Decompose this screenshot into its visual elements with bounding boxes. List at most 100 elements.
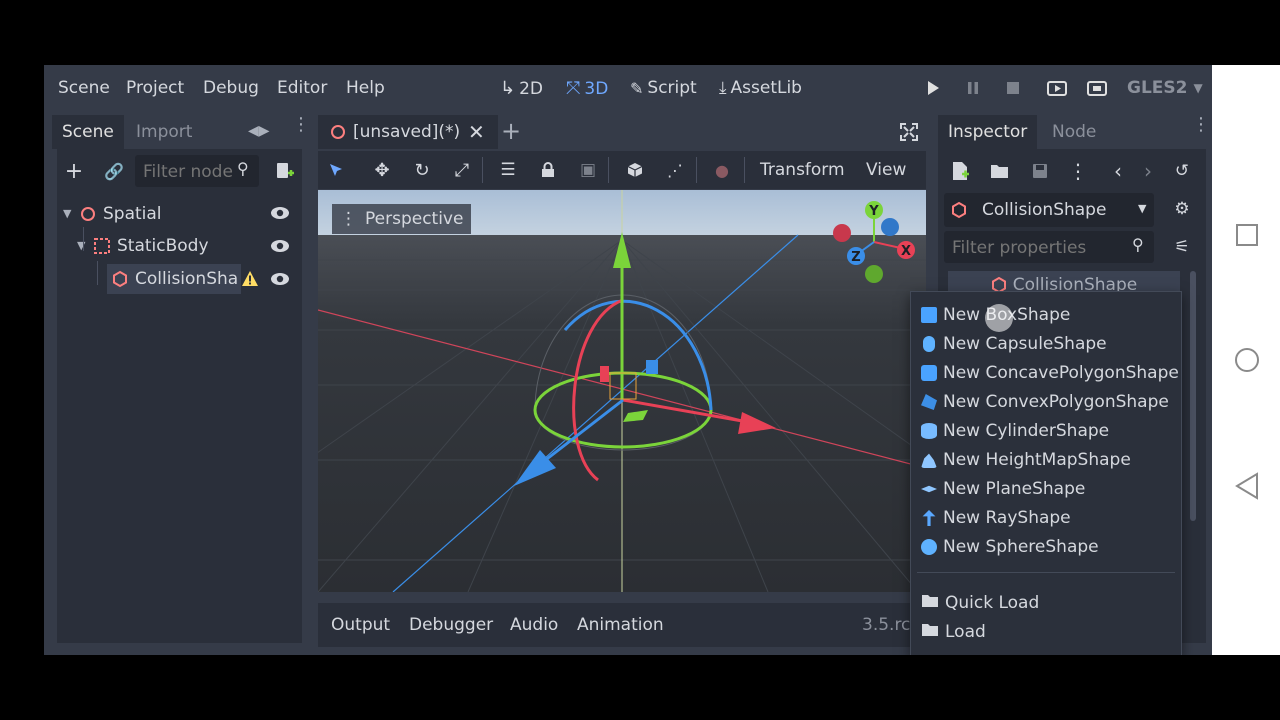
camera-preview-icon[interactable]: ● (710, 158, 734, 182)
object-selector[interactable]: CollisionShape ▼ (944, 193, 1154, 227)
menu-project[interactable]: Project (126, 78, 184, 98)
scene-tab[interactable]: [unsaved](*) ✕ (318, 115, 498, 149)
save-icon[interactable] (1028, 159, 1052, 183)
menu-help[interactable]: Help (346, 78, 385, 98)
link-icon[interactable]: 🔗 (102, 159, 126, 183)
bottom-tab-audio[interactable]: Audio (510, 615, 558, 635)
close-icon[interactable]: ✕ (468, 120, 485, 144)
menu-debug[interactable]: Debug (203, 78, 259, 98)
scale-tool-icon[interactable]: ⤢ (450, 158, 474, 182)
play-icon[interactable] (921, 76, 945, 100)
tree-row-spatial[interactable]: ▼ Spatial (63, 199, 299, 229)
mode-2d-button[interactable]: ↳ 2D (500, 78, 543, 99)
view-menu[interactable]: View (866, 160, 906, 180)
scene-tab-title: [unsaved](*) (353, 122, 461, 142)
recents-icon[interactable] (1235, 223, 1259, 251)
home-icon[interactable] (1234, 347, 1260, 377)
visibility-eye-icon[interactable] (270, 271, 290, 291)
distraction-free-icon[interactable] (900, 123, 918, 145)
property-options-icon[interactable]: ⚟ (1170, 235, 1194, 259)
history-forward-icon[interactable]: › (1136, 159, 1160, 183)
menu-item-new-planeshape[interactable]: New PlaneShape (921, 475, 1085, 503)
more-vertical-icon: ⋮ (340, 209, 357, 229)
group-icon[interactable]: ▣ (576, 158, 600, 182)
planeshape-icon (921, 485, 937, 493)
dock-menu-icon[interactable]: ⋮ (1192, 116, 1210, 134)
tab-node[interactable]: Node (1042, 115, 1106, 149)
menu-item-new-concavepolygonshape[interactable]: New ConcavePolygonShape (921, 359, 1179, 387)
node-label: CollisionSha (135, 269, 239, 289)
collapse-arrow-icon: ▼ (77, 239, 86, 252)
tab-inspector[interactable]: Inspector (938, 115, 1038, 149)
separator (696, 157, 697, 183)
rotate-tool-icon[interactable]: ↻ (410, 158, 434, 182)
snap-icon[interactable]: ⋰ (663, 158, 687, 182)
bottom-tab-output[interactable]: Output (331, 615, 390, 635)
orientation-gizmo[interactable]: Y X Z (828, 198, 923, 288)
boxshape-icon (921, 307, 937, 323)
folder-open-icon[interactable] (988, 159, 1012, 183)
assetlib-label: AssetLib (730, 78, 802, 98)
new-resource-icon[interactable] (948, 159, 972, 183)
local-space-icon[interactable] (623, 158, 647, 182)
bottom-tab-debugger[interactable]: Debugger (409, 615, 493, 635)
menu-scene[interactable]: Scene (58, 78, 110, 98)
property-filter-field[interactable]: ⚲ (944, 231, 1154, 263)
assetlib-button[interactable]: ⤓ AssetLib (719, 78, 802, 98)
search-icon: ⚲ (1132, 235, 1144, 254)
script-button[interactable]: ✎ Script (630, 78, 697, 98)
bottom-tab-animation[interactable]: Animation (577, 615, 664, 635)
property-filter-input[interactable] (950, 235, 1130, 261)
history-icon[interactable]: ↺ (1170, 159, 1194, 183)
object-properties-icon[interactable]: ⚙ (1170, 197, 1194, 221)
dock-menu-icon[interactable]: ⋮ (292, 116, 310, 134)
scene-filter-field[interactable]: ⚲ (135, 155, 259, 187)
menu-item-load[interactable]: Load (921, 618, 986, 646)
visibility-eye-icon[interactable] (270, 238, 290, 258)
move-tool-icon[interactable]: ✥ (370, 158, 394, 182)
menu-item-label: Quick Load (945, 593, 1040, 613)
tab-import[interactable]: Import (126, 115, 202, 149)
separator (482, 157, 483, 183)
stop-icon[interactable] (1001, 76, 1025, 100)
menu-item-new-cylindershape[interactable]: New CylinderShape (921, 417, 1109, 445)
pause-icon[interactable] (961, 76, 985, 100)
visibility-eye-icon[interactable] (270, 205, 290, 225)
menu-item-label: New ConvexPolygonShape (943, 392, 1169, 412)
new-scene-tab-icon[interactable]: + (501, 117, 521, 145)
tab-scene[interactable]: Scene (52, 115, 124, 149)
menu-item-new-capsuleshape[interactable]: New CapsuleShape (921, 330, 1107, 358)
collapse-arrow-icon: ▼ (63, 207, 72, 220)
tree-row-collisionshape[interactable]: CollisionSha (107, 264, 241, 294)
shape-popup-menu: New BoxShape New CapsuleShape New Concav… (910, 291, 1182, 655)
perspective-menu[interactable]: ⋮ Perspective (332, 204, 472, 234)
instance-scene-icon[interactable] (272, 159, 296, 183)
menu-editor[interactable]: Editor (277, 78, 327, 98)
back-icon[interactable] (1234, 472, 1260, 504)
transform-menu[interactable]: Transform (760, 160, 845, 180)
node-label: StaticBody (117, 236, 209, 256)
menu-item-quick-load[interactable]: Quick Load (921, 589, 1039, 617)
scene-filter-input[interactable] (141, 159, 239, 185)
menu-item-new-convexpolygonshape[interactable]: New ConvexPolygonShape (921, 388, 1169, 416)
tree-row-staticbody[interactable]: ▼ StaticBody (77, 231, 297, 261)
play-scene-icon[interactable] (1045, 76, 1069, 100)
more-vertical-icon[interactable]: ⋮ (1066, 159, 1090, 183)
folder-icon (921, 589, 939, 617)
inspector-scrollbar[interactable] (1190, 271, 1196, 521)
renderer-select[interactable]: GLES2 ▼ (1127, 78, 1203, 98)
play-custom-scene-icon[interactable] (1085, 76, 1109, 100)
menu-item-new-rayshape[interactable]: New RayShape (921, 504, 1071, 532)
lock-icon[interactable] (536, 158, 560, 182)
add-node-icon[interactable]: + (62, 159, 86, 184)
menu-item-new-sphereshape[interactable]: New SphereShape (921, 533, 1099, 561)
dock-arrows-icon[interactable]: ◀▶ (248, 123, 270, 139)
warning-icon[interactable] (241, 270, 259, 291)
history-back-icon[interactable]: ‹ (1106, 159, 1130, 183)
mode-3d-button[interactable]: ⤧ 3D (566, 78, 608, 99)
list-select-icon[interactable]: ☰ (496, 158, 520, 182)
select-tool-icon[interactable] (324, 158, 348, 182)
menu-item-label: New HeightMapShape (943, 450, 1131, 470)
menu-item-new-heightmapshape[interactable]: New HeightMapShape (921, 446, 1131, 474)
3d-viewport[interactable]: ⋮ Perspective Y X Z (318, 190, 926, 592)
